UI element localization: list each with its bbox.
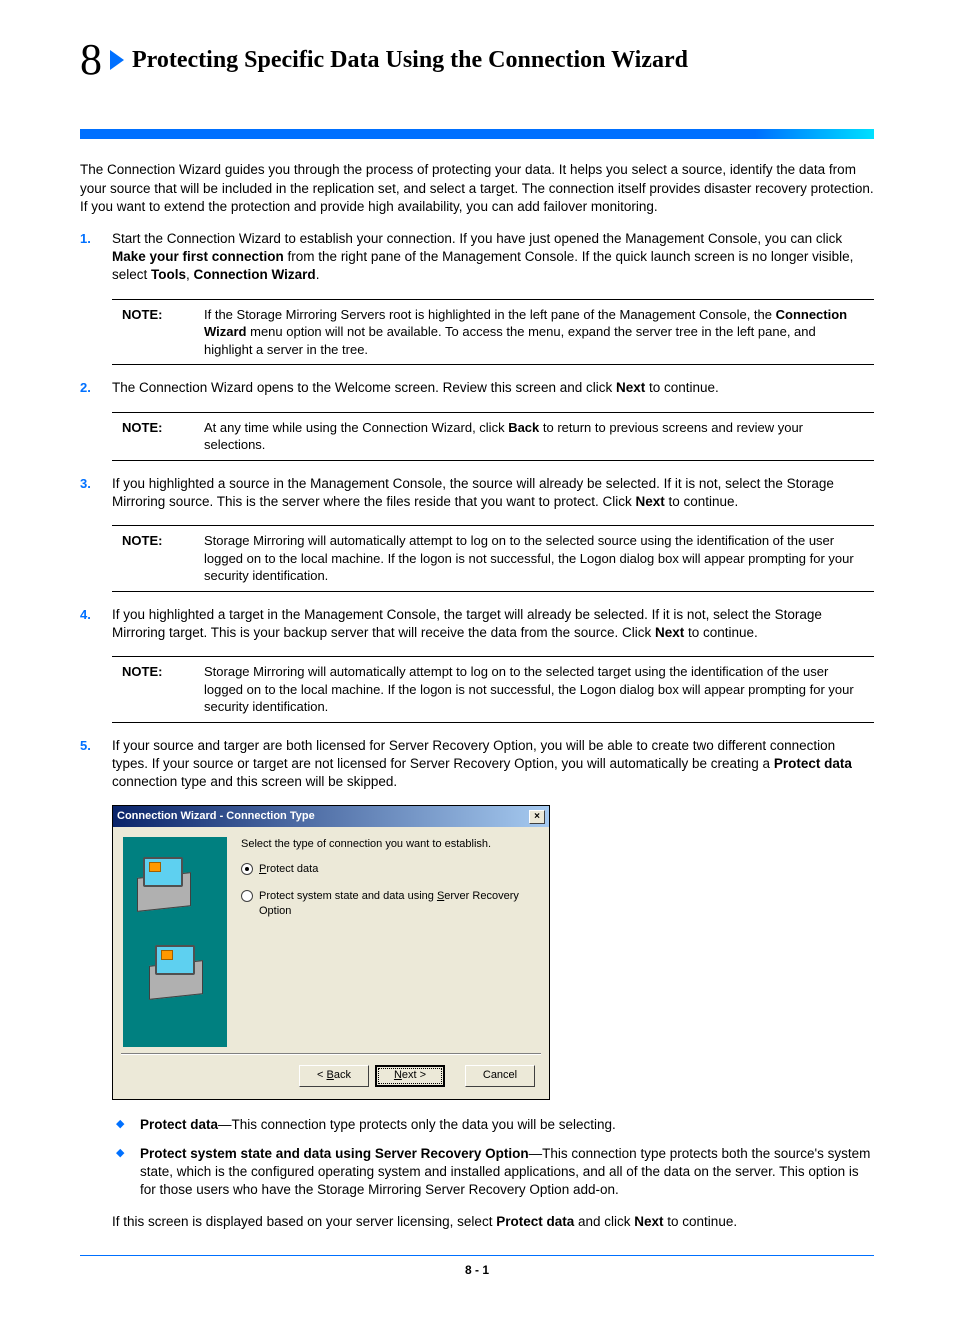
note-3-text: Storage Mirroring will automatically att… <box>204 532 864 585</box>
note-1: NOTE: If the Storage Mirroring Servers r… <box>112 299 874 366</box>
step-1-text: Start the Connection Wizard to establish… <box>112 231 853 282</box>
wizard-titlebar: Connection Wizard - Connection Type × <box>113 806 549 827</box>
wizard-main: Select the type of connection you want t… <box>241 837 535 1047</box>
page-footer-rule <box>80 1255 874 1256</box>
note-label: NOTE: <box>122 419 176 454</box>
note-label: NOTE: <box>122 663 176 716</box>
step-3: If you highlighted a source in the Manag… <box>80 475 874 511</box>
wizard-instruction: Select the type of connection you want t… <box>241 837 535 852</box>
wizard-buttons: < Back Next > Cancel <box>113 1055 549 1099</box>
computer-icon <box>149 945 209 999</box>
separator-bar <box>80 129 874 139</box>
note-3: NOTE: Storage Mirroring will automatical… <box>112 525 874 592</box>
steps-list-cont3: If you highlighted a target in the Manag… <box>80 606 874 642</box>
note-2: NOTE: At any time while using the Connec… <box>112 412 874 461</box>
chapter-number: 8 <box>80 30 102 89</box>
step-4: If you highlighted a target in the Manag… <box>80 606 874 642</box>
next-button[interactable]: Next > <box>375 1065 445 1087</box>
bullet-list: Protect data—This connection type protec… <box>112 1116 874 1199</box>
back-button[interactable]: < Back <box>299 1065 369 1087</box>
arrow-icon <box>110 50 124 70</box>
radio-icon <box>241 863 253 875</box>
radio-protect-data[interactable]: Protect data <box>241 862 535 877</box>
close-icon[interactable]: × <box>529 810 545 824</box>
note-1-text: If the Storage Mirroring Servers root is… <box>204 306 864 359</box>
wizard-sidebar-image <box>123 837 227 1047</box>
steps-list: Start the Connection Wizard to establish… <box>80 230 874 285</box>
wizard-dialog: Connection Wizard - Connection Type × Se… <box>112 805 550 1100</box>
radio-label: Protect system state and data using Serv… <box>259 889 535 919</box>
radio-icon <box>241 890 253 902</box>
radio-server-recovery[interactable]: Protect system state and data using Serv… <box>241 889 535 919</box>
step-1: Start the Connection Wizard to establish… <box>80 230 874 285</box>
steps-list-cont4: If your source and targer are both licen… <box>80 737 874 792</box>
intro-paragraph: The Connection Wizard guides you through… <box>80 161 874 216</box>
wizard-body: Select the type of connection you want t… <box>113 827 549 1053</box>
note-4-text: Storage Mirroring will automatically att… <box>204 663 864 716</box>
note-label: NOTE: <box>122 306 176 359</box>
step-5: If your source and targer are both licen… <box>80 737 874 792</box>
bullet-server-recovery: Protect system state and data using Serv… <box>112 1145 874 1200</box>
cancel-button[interactable]: Cancel <box>465 1065 535 1087</box>
computer-icon <box>137 857 197 911</box>
closing-instruction: If this screen is displayed based on you… <box>112 1213 874 1231</box>
note-2-text: At any time while using the Connection W… <box>204 419 864 454</box>
page-number: 8 - 1 <box>80 1262 874 1278</box>
chapter-title: Protecting Specific Data Using the Conne… <box>132 44 688 76</box>
step-2: The Connection Wizard opens to the Welco… <box>80 379 874 397</box>
note-label: NOTE: <box>122 532 176 585</box>
steps-list-cont: The Connection Wizard opens to the Welco… <box>80 379 874 397</box>
steps-list-cont2: If you highlighted a source in the Manag… <box>80 475 874 511</box>
wizard-title-text: Connection Wizard - Connection Type <box>117 809 315 824</box>
radio-label: Protect data <box>259 862 318 877</box>
note-4: NOTE: Storage Mirroring will automatical… <box>112 656 874 723</box>
bullet-protect-data: Protect data—This connection type protec… <box>112 1116 874 1134</box>
chapter-header: 8 Protecting Specific Data Using the Con… <box>80 30 874 89</box>
